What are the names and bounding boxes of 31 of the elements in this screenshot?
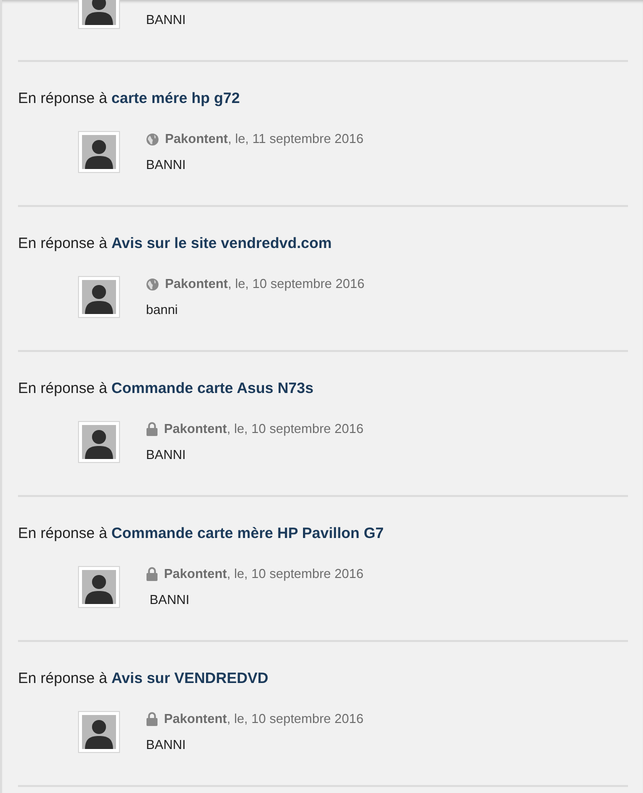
avatar — [78, 421, 120, 463]
topic-link[interactable]: Avis sur VENDREDVD — [111, 670, 268, 687]
avatar — [78, 711, 120, 753]
post-meta: Pakontent, le, 11 septembre 2016 — [165, 130, 364, 148]
post-meta: Pakontent, le, 10 septembre 2016 — [164, 565, 364, 583]
topic-link[interactable]: Commande carte Asus N73s — [111, 380, 314, 397]
topic-link[interactable]: Avis sur le site vendredvd.com — [111, 235, 332, 252]
lock-icon — [146, 712, 158, 726]
topic-link[interactable]: carte mére hp g72 — [111, 90, 240, 107]
reply-body: BANNI — [146, 156, 187, 174]
reply-heading: En réponse à Commande carte mère HP Pavillon G7 — [18, 524, 385, 544]
post-meta: Pakontent, le, 10 septembre 2016 — [164, 710, 364, 728]
reply-heading: En réponse à carte mére hp g72 — [18, 89, 241, 109]
post-meta: Pakontent, le, 10 septembre 2016 — [165, 275, 364, 293]
reply-body: BANNI — [146, 11, 186, 29]
reply-heading: En réponse à Avis sur le site vendredvd.com — [18, 234, 333, 254]
reply-body: BANNI — [148, 591, 190, 609]
post-meta: Pakontent, le, 10 septembre 2016 — [164, 420, 364, 438]
globe-icon — [146, 132, 159, 146]
reply-body: banni — [146, 301, 179, 319]
reply-heading: En réponse à Commande carte Asus N73s — [18, 379, 314, 399]
reply-body: BANNI — [146, 446, 187, 464]
avatar — [78, 131, 120, 173]
lock-icon — [146, 422, 158, 436]
lock-icon — [146, 567, 158, 581]
topic-link[interactable]: Commande carte mère HP Pavillon G7 — [111, 525, 384, 542]
avatar — [78, 566, 120, 608]
globe-icon — [146, 278, 159, 290]
reply-heading: En réponse à Avis sur VENDREDVD — [18, 669, 270, 689]
avatar — [78, 276, 120, 318]
reply-body: BANNI — [146, 736, 187, 754]
